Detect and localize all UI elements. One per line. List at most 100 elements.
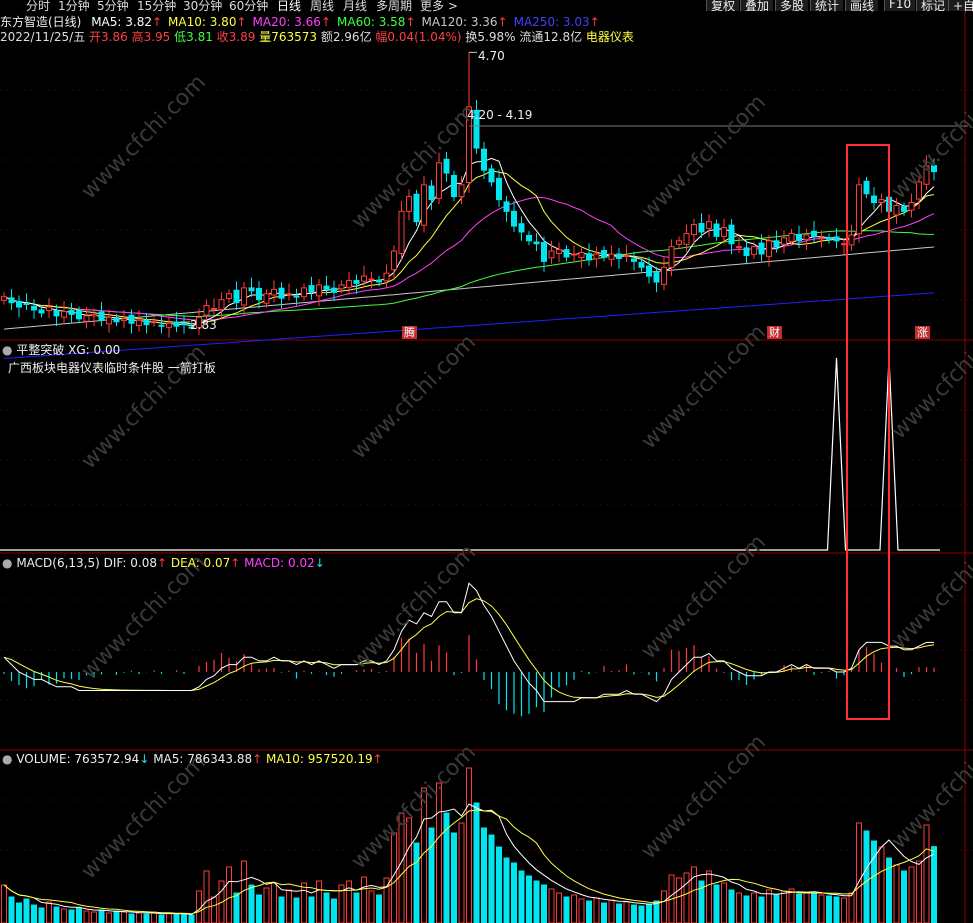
- candle-body: [181, 322, 187, 326]
- range-price-label: 4.20 - 4.19: [467, 108, 533, 122]
- candle-body: [16, 300, 22, 308]
- volume-bar: [713, 884, 720, 923]
- candle-body: [98, 311, 105, 321]
- volume-bar: [578, 898, 585, 923]
- candle-body: [646, 265, 652, 277]
- volume-bar: [188, 914, 195, 923]
- candle-body: [706, 221, 712, 229]
- info-field: 低3.81: [174, 30, 217, 44]
- candle-body: [541, 242, 547, 262]
- info-field: 换5.98%: [465, 30, 520, 44]
- volume-bar: [128, 913, 135, 923]
- watermark-text: www.cfchi.com: [77, 550, 211, 684]
- volume-bar: [61, 908, 67, 923]
- candle-body: [8, 297, 15, 304]
- volume-bar: [428, 827, 435, 923]
- volume-bar: [271, 882, 277, 923]
- volume-bar: [878, 846, 885, 923]
- volume-bar: [166, 913, 172, 923]
- indicator-value: XG: 0.00: [68, 343, 121, 357]
- volume-bar: [503, 857, 510, 923]
- collapse-icon[interactable]: ●: [2, 752, 12, 766]
- candle-body: [113, 318, 120, 323]
- candle-body: [91, 313, 97, 317]
- volume-bar: [256, 894, 262, 923]
- arrow-up-icon: ↑: [372, 752, 383, 766]
- indicator-title[interactable]: 平整突破: [16, 343, 64, 357]
- candle-body: [661, 266, 667, 285]
- candle-body: [691, 224, 697, 236]
- volume-bar: [563, 896, 570, 923]
- stock-name[interactable]: 东方智造(日线): [0, 15, 81, 29]
- volume-bar: [151, 911, 157, 923]
- volume-bar: [293, 897, 300, 923]
- volume-bar: [76, 907, 82, 923]
- volume-bar: [248, 884, 255, 923]
- candle-body: [218, 299, 225, 311]
- event-badge-teng[interactable]: 腾: [402, 326, 417, 339]
- candle-body: [256, 287, 262, 301]
- candle-body: [818, 237, 825, 240]
- volume-bar: [473, 802, 480, 923]
- macd-dif: DIF: 0.08: [103, 556, 157, 570]
- collapse-icon[interactable]: ●: [2, 343, 12, 357]
- candle-body: [623, 255, 630, 258]
- collapse-icon[interactable]: ●: [2, 556, 12, 570]
- candle-body: [511, 210, 517, 227]
- candle-body: [248, 287, 255, 292]
- event-badge-zhang[interactable]: 涨: [915, 326, 930, 339]
- volume-bar: [593, 897, 600, 923]
- info-field: 量763573: [259, 30, 321, 44]
- chart-canvas: www.cfchi.com www.cfchi.com www.cfchi.com w…: [0, 12, 973, 923]
- volume-bar: [616, 903, 622, 923]
- candle-body: [83, 315, 90, 322]
- volume-title[interactable]: VOLUME: 763572.94: [16, 752, 139, 766]
- candle-body: [766, 240, 772, 257]
- candle-body: [901, 206, 907, 212]
- info-field: 高3.95: [131, 30, 175, 44]
- arrow-up-icon: ↑: [589, 15, 600, 29]
- candle-body: [173, 321, 180, 327]
- candle-body: [31, 305, 37, 311]
- candle-body: [308, 285, 315, 293]
- candle-body: [136, 319, 142, 327]
- macd-dea: DEA: 0.07: [170, 556, 231, 570]
- volume-bar: [481, 827, 487, 923]
- volume-bar: [331, 898, 337, 923]
- volume-bar: [316, 880, 322, 923]
- candle-body: [128, 314, 135, 324]
- candle-body: [863, 180, 870, 195]
- macd-title[interactable]: MACD(6,13,5): [16, 556, 100, 570]
- candle-body: [496, 177, 502, 201]
- candle-body: [908, 202, 915, 211]
- volume-bar: [766, 889, 772, 923]
- candle-body: [871, 195, 877, 204]
- volume-bar: [31, 904, 37, 923]
- volume-bar: [226, 866, 232, 923]
- candle-body: [781, 237, 787, 245]
- volume-bar: [796, 893, 802, 923]
- candle-body: [751, 246, 757, 255]
- candle-body: [481, 148, 487, 171]
- volume-bar: [98, 909, 105, 923]
- candle-body: [841, 243, 847, 246]
- event-badge-cai[interactable]: 财: [767, 326, 782, 339]
- volume-bar: [173, 914, 180, 923]
- candle-body: [383, 272, 390, 282]
- candle-body: [443, 158, 450, 174]
- candle-body: [226, 293, 232, 299]
- arrow-up-icon: ↑: [156, 556, 168, 570]
- volume-bar: [571, 894, 577, 923]
- candle-body: [616, 253, 622, 259]
- volume-bar: [541, 884, 547, 923]
- volume-bar: [781, 890, 787, 923]
- volume-bar: [833, 896, 840, 923]
- volume-bar: [286, 889, 292, 923]
- volume-bar: [466, 767, 472, 923]
- high-price-label: 4.70: [478, 49, 505, 63]
- candle-body: [593, 253, 600, 260]
- candle-body: [578, 252, 585, 259]
- watermark-text: www.cfchi.com: [347, 330, 481, 464]
- volume-bar: [458, 822, 465, 923]
- volume-bar: [856, 822, 862, 923]
